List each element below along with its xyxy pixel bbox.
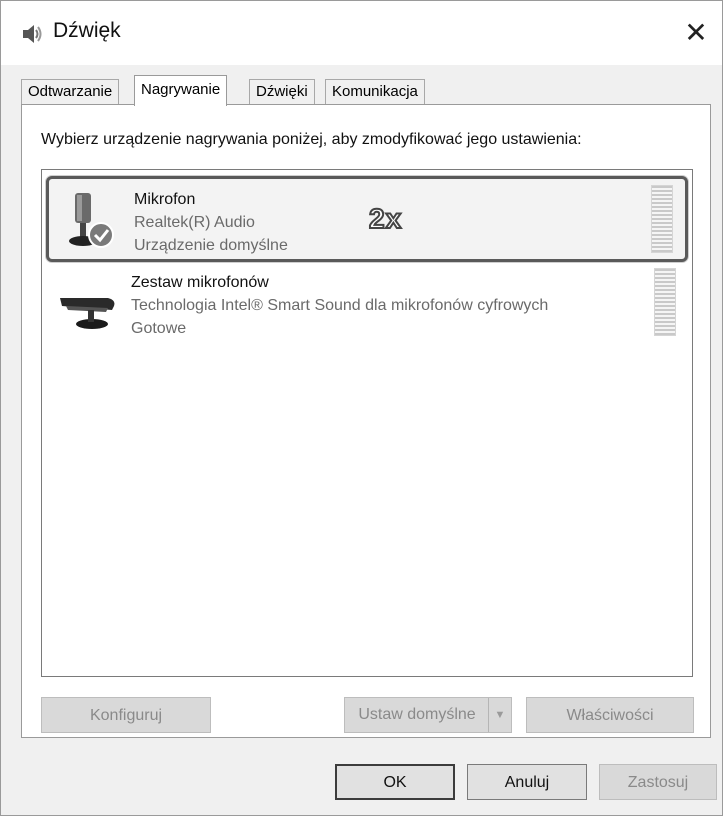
microphone-icon xyxy=(69,193,114,248)
level-meter xyxy=(651,185,673,253)
tab-communications[interactable]: Komunikacja xyxy=(325,79,425,105)
device-status: Gotowe xyxy=(131,320,187,337)
cancel-button[interactable]: Anuluj xyxy=(467,764,587,800)
device-driver: Realtek(R) Audio xyxy=(134,214,255,231)
tab-recording[interactable]: Nagrywanie xyxy=(134,75,228,106)
device-list[interactable]: Mikrofon Realtek(R) Audio Urządzenie dom… xyxy=(41,169,693,677)
device-driver: Technologia Intel® Smart Sound dla mikro… xyxy=(131,297,549,314)
title-bar: Dźwięk ✕ xyxy=(1,1,722,65)
device-name: Mikrofon xyxy=(134,191,196,208)
ok-button[interactable]: OK xyxy=(335,764,455,800)
device-item-mikrofon[interactable]: Mikrofon Realtek(R) Audio Urządzenie dom… xyxy=(46,176,688,262)
device-item-zestaw-mikrofonow[interactable]: Zestaw mikrofonów Technologia Intel® Sma… xyxy=(46,262,688,348)
tab-sounds[interactable]: Dźwięki xyxy=(249,79,315,105)
close-button[interactable]: ✕ xyxy=(674,11,718,55)
window-title: Dźwięk xyxy=(53,19,121,42)
device-status: Urządzenie domyślne xyxy=(134,237,288,254)
speaker-icon xyxy=(23,25,42,43)
apply-button[interactable]: Zastosuj xyxy=(599,764,717,800)
recording-panel: Wybierz urządzenie nagrywania poniżej, a… xyxy=(21,104,711,738)
double-click-annotation: 2x xyxy=(368,202,403,235)
chevron-down-icon[interactable]: ▼ xyxy=(488,698,511,732)
device-name: Zestaw mikrofonów xyxy=(131,274,269,291)
sound-dialog: Dźwięk ✕ Odtwarzanie Nagrywanie Dźwięki … xyxy=(0,0,723,816)
instruction-text: Wybierz urządzenie nagrywania poniżej, a… xyxy=(41,131,582,148)
set-default-label: Ustaw domyślne xyxy=(358,706,476,723)
properties-button[interactable]: Właściwości xyxy=(526,697,694,733)
set-default-button[interactable]: Ustaw domyślne ▼ xyxy=(344,697,512,733)
configure-button[interactable]: Konfiguruj xyxy=(41,697,211,733)
level-meter xyxy=(654,268,676,336)
microphone-array-icon xyxy=(60,298,115,329)
tab-playback[interactable]: Odtwarzanie xyxy=(21,79,120,105)
